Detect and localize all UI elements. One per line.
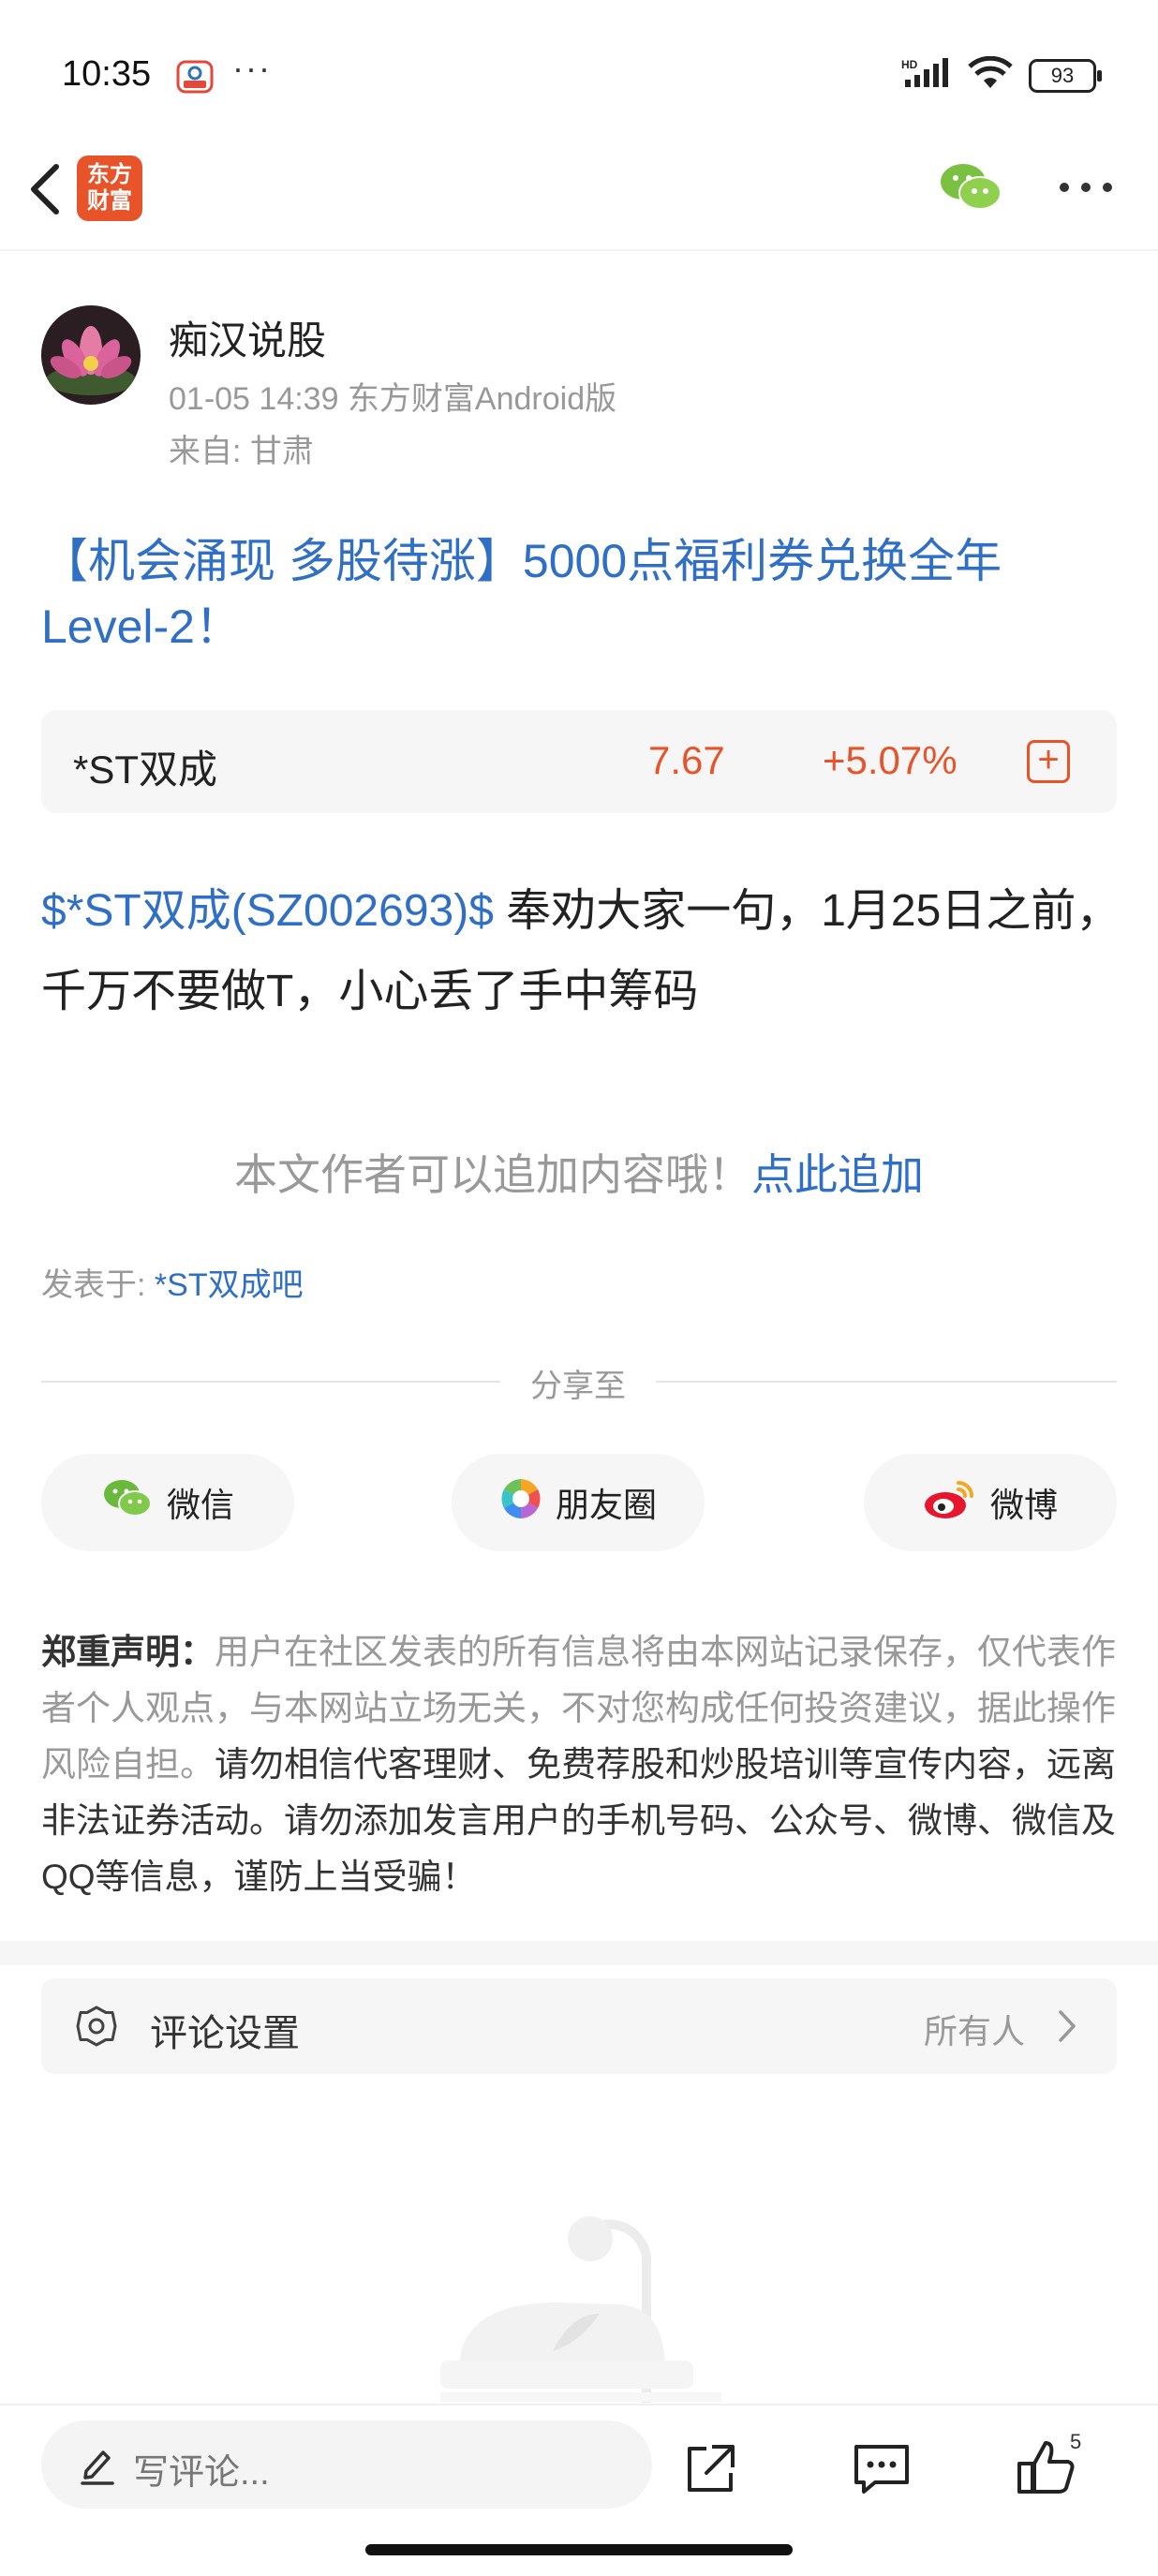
published-bar-link[interactable]: *ST双成吧 bbox=[155, 1267, 304, 1303]
share-wechat-button[interactable]: 微信 bbox=[41, 1454, 294, 1551]
add-watchlist-button[interactable]: + bbox=[1027, 740, 1070, 783]
back-button[interactable] bbox=[19, 154, 75, 225]
post-origin: 来自: 甘肃 bbox=[169, 434, 314, 469]
share-weibo-button[interactable]: 微博 bbox=[864, 1454, 1117, 1551]
stock-quote-card[interactable]: *ST双成 7.67 +5.07% + bbox=[41, 710, 1117, 813]
published-in: 发表于: *ST双成吧 bbox=[41, 1259, 304, 1305]
eastmoney-logo[interactable]: 东方 财富 bbox=[77, 155, 142, 221]
status-right-cluster: HD 93 bbox=[901, 55, 1102, 95]
pencil-icon bbox=[77, 2443, 118, 2486]
nav-divider bbox=[0, 249, 1158, 251]
logo-line2: 财富 bbox=[87, 188, 132, 214]
stock-change: +5.07% bbox=[823, 738, 958, 782]
status-more-dots: ··· bbox=[232, 49, 272, 87]
share-label: 分享至 bbox=[530, 1369, 626, 1404]
like-icon[interactable] bbox=[1016, 2437, 1077, 2497]
append-prompt: 本文作者可以追加内容哦！ bbox=[234, 1150, 751, 1199]
comment-settings-row[interactable]: 评论设置 所有人 bbox=[41, 1978, 1117, 2074]
comment-settings-label: 评论设置 bbox=[150, 2013, 300, 2054]
like-count: 5 bbox=[1070, 2430, 1082, 2453]
append-link[interactable]: 点此追加 bbox=[751, 1150, 924, 1199]
author-avatar[interactable] bbox=[41, 305, 141, 405]
share-wechat-label: 微信 bbox=[166, 1486, 234, 1524]
share-divider-left bbox=[41, 1381, 500, 1383]
share-icon[interactable] bbox=[682, 2441, 738, 2497]
stock-name: *ST双成 bbox=[73, 748, 218, 792]
empty-comments-illustration bbox=[440, 2201, 721, 2407]
signal-icon: HD bbox=[901, 57, 952, 94]
append-content-row: 本文作者可以追加内容哦！点此追加 bbox=[0, 1141, 1158, 1203]
post-title[interactable]: 【机会涌现 多股待涨】5000点福利券兑换全年Level-2！ bbox=[41, 528, 1119, 659]
section-gap bbox=[0, 1941, 1158, 1965]
wechat-share-icon[interactable] bbox=[937, 159, 1004, 215]
gear-icon bbox=[75, 2005, 118, 2048]
comment-placeholder: 写评论... bbox=[133, 2453, 270, 2493]
logo-line1: 东方 bbox=[87, 162, 132, 187]
status-time: 10:35 bbox=[62, 54, 152, 94]
chevron-right-icon bbox=[1053, 2006, 1081, 2046]
share-weibo-label: 微博 bbox=[989, 1486, 1058, 1524]
comments-icon[interactable] bbox=[851, 2441, 913, 2497]
share-divider-right bbox=[656, 1381, 1117, 1383]
wifi-icon bbox=[967, 55, 1014, 95]
moments-icon bbox=[499, 1477, 542, 1529]
author-name[interactable]: 痴汉说股 bbox=[169, 309, 326, 366]
share-moments-button[interactable]: 朋友圈 bbox=[452, 1454, 705, 1551]
post-body: $*ST双成(SZ002693)$ 奉劝大家一句，1月25日之前，千万不要做T，… bbox=[41, 871, 1128, 1032]
home-indicator[interactable] bbox=[365, 2544, 793, 2555]
battery-indicator: 93 bbox=[1029, 58, 1102, 93]
stock-tag-link[interactable]: $*ST双成(SZ002693)$ bbox=[41, 886, 494, 936]
wechat-icon bbox=[101, 1477, 154, 1529]
post-meta: 01-05 14:39 东方财富Android版 bbox=[169, 381, 617, 417]
share-moments-label: 朋友圈 bbox=[555, 1486, 657, 1524]
notification-app-icon bbox=[176, 58, 214, 96]
comment-input[interactable]: 写评论... bbox=[41, 2421, 652, 2509]
disclaimer-heading: 郑重声明： bbox=[41, 1633, 215, 1671]
published-in-label: 发表于: bbox=[41, 1267, 155, 1303]
svg-text:HD: HD bbox=[901, 58, 918, 71]
disclaimer: 郑重声明：用户在社区发表的所有信息将由本网站记录保存，仅代表作者个人观点，与本网… bbox=[41, 1624, 1119, 1905]
more-options-icon[interactable] bbox=[1055, 169, 1117, 206]
weibo-icon bbox=[923, 1477, 977, 1529]
stock-price: 7.67 bbox=[648, 738, 725, 782]
comment-settings-value: 所有人 bbox=[924, 2012, 1026, 2050]
